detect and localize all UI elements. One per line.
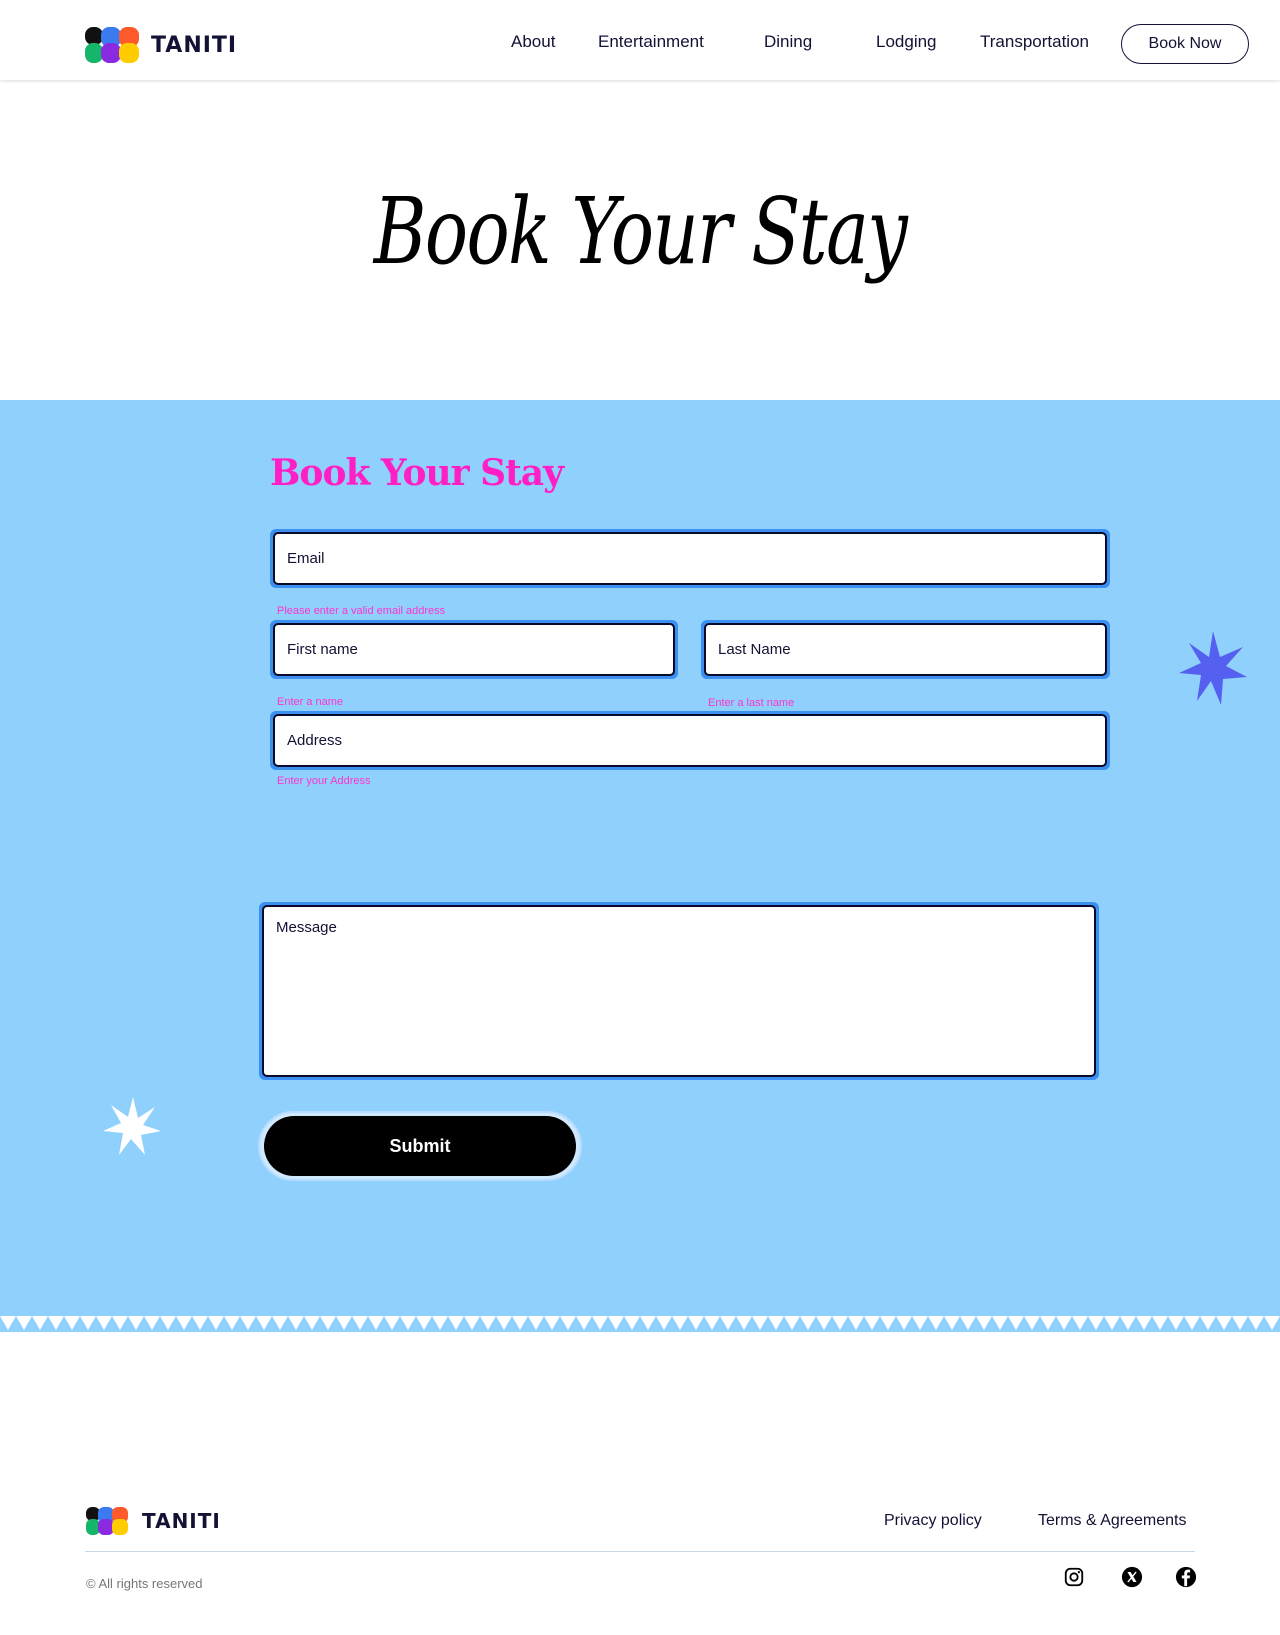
footer-logo-icon xyxy=(86,1507,128,1535)
footer-divider xyxy=(85,1551,1195,1552)
x-icon[interactable] xyxy=(1121,1566,1143,1588)
last-name-field[interactable] xyxy=(704,623,1107,676)
first-name-field[interactable] xyxy=(273,623,675,676)
terms-link[interactable]: Terms & Agreements xyxy=(1038,1512,1187,1530)
submit-button[interactable]: Submit xyxy=(264,1116,576,1176)
footer-brand-name: TANITI xyxy=(142,1509,221,1533)
email-field[interactable] xyxy=(273,532,1107,585)
page-title: Book Your Stay xyxy=(373,178,908,285)
address-field-wrap xyxy=(270,711,1110,770)
site-header: TANITI About Entertainment Dining Lodgin… xyxy=(0,0,1280,80)
privacy-policy-link[interactable]: Privacy policy xyxy=(884,1512,982,1530)
main-nav: About Entertainment Dining Lodging Trans… xyxy=(0,0,1280,80)
facebook-icon[interactable] xyxy=(1175,1566,1197,1588)
email-field-wrap xyxy=(270,529,1110,588)
footer-logo[interactable]: TANITI xyxy=(86,1507,221,1535)
last-name-field-wrap xyxy=(701,620,1110,679)
last-name-error: Enter a last name xyxy=(708,697,795,709)
form-title: Book Your Stay xyxy=(270,452,564,494)
nav-dining[interactable]: Dining xyxy=(764,32,812,52)
blue-star-icon xyxy=(1179,631,1247,705)
address-field[interactable] xyxy=(273,714,1107,767)
first-name-error: Enter a name xyxy=(277,696,344,708)
nav-transportation[interactable]: Transportation xyxy=(980,32,1089,52)
copyright-text: © All rights reserved xyxy=(86,1576,203,1591)
message-field[interactable] xyxy=(262,905,1096,1077)
nav-entertainment[interactable]: Entertainment xyxy=(598,32,704,52)
email-error: Please enter a valid email address xyxy=(277,605,446,617)
nav-about[interactable]: About xyxy=(511,32,555,52)
white-star-icon xyxy=(103,1097,161,1155)
nav-lodging[interactable]: Lodging xyxy=(876,32,937,52)
book-now-button[interactable]: Book Now xyxy=(1121,24,1249,64)
top-zigzag-divider xyxy=(0,400,1280,416)
bottom-zigzag-divider xyxy=(0,1316,1280,1332)
first-name-field-wrap xyxy=(270,620,678,679)
message-field-wrap xyxy=(259,902,1099,1080)
instagram-icon[interactable] xyxy=(1063,1566,1085,1588)
address-error: Enter your Address xyxy=(277,775,371,787)
